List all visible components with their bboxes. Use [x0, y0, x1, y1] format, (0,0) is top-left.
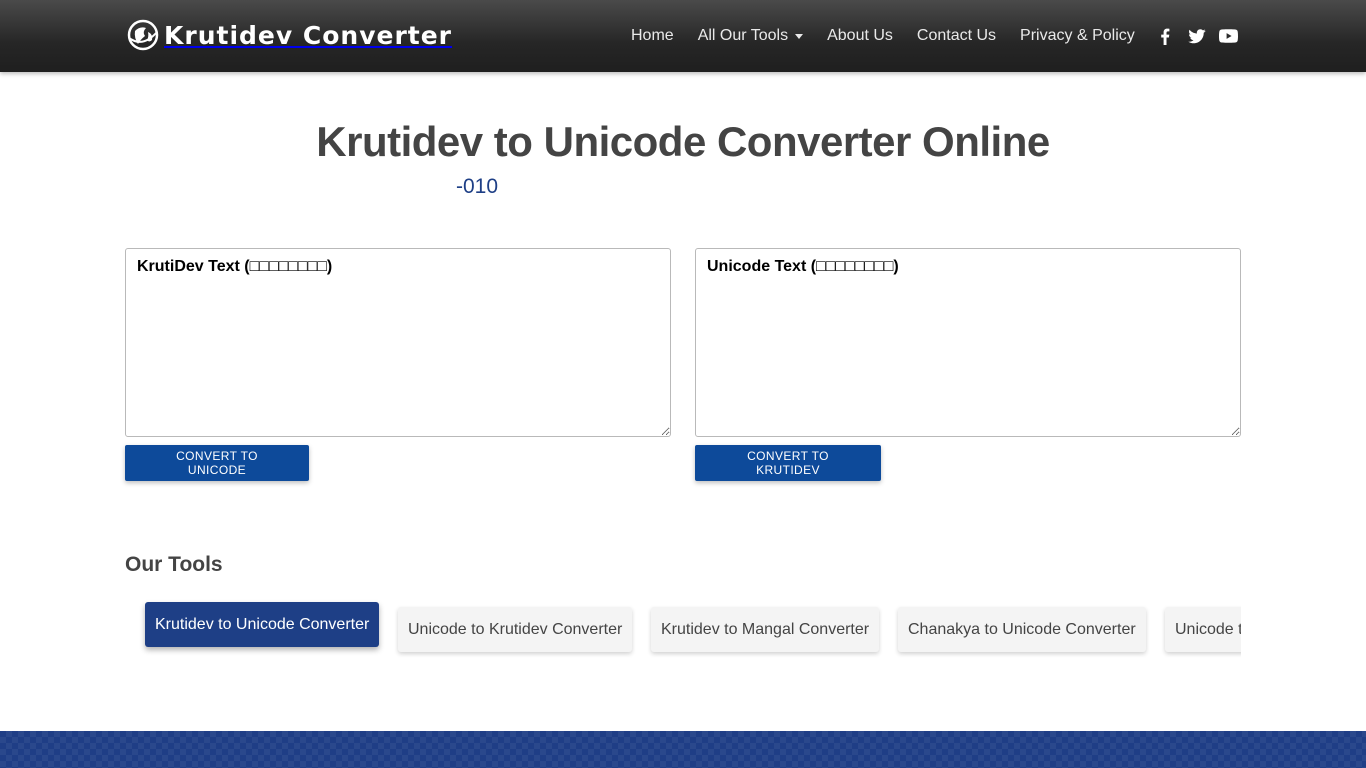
nav-privacy-policy[interactable]: Privacy & Policy: [1020, 27, 1135, 45]
page-title: Krutidev to Unicode Converter Online: [316, 118, 1050, 165]
unicode-output-panel: Convert to Krutidev: [695, 248, 1241, 481]
krutidev-text-input[interactable]: [125, 248, 671, 437]
tool-unicode-to-krutidev[interactable]: Unicode to Krutidev Converter: [398, 607, 633, 652]
convert-to-krutidev-button[interactable]: Convert to Krutidev: [695, 445, 881, 481]
tool-unicode-to-chanakya[interactable]: Unicode to Chanakya Converter: [1165, 607, 1241, 652]
krutidev-input-panel: Convert to Unicode: [125, 248, 671, 481]
twitter-icon[interactable]: [1187, 26, 1207, 46]
youtube-icon[interactable]: [1219, 26, 1239, 46]
convert-to-unicode-button[interactable]: Convert to Unicode: [125, 445, 309, 481]
globe-logo-icon: [127, 19, 159, 51]
tool-krutidev-to-mangal[interactable]: Krutidev to Mangal Converter: [651, 607, 880, 652]
nav-about-us[interactable]: About Us: [827, 27, 893, 45]
facebook-icon[interactable]: [1155, 26, 1175, 46]
tools-heading: Our Tools: [125, 553, 223, 576]
nav-home[interactable]: Home: [631, 27, 674, 45]
top-navbar: Krutidev Converter Home All Our Tools Ab…: [0, 0, 1366, 72]
tool-krutidev-to-unicode[interactable]: Krutidev to Unicode Converter: [145, 602, 380, 647]
social-links: [1155, 26, 1239, 46]
unicode-text-input[interactable]: [695, 248, 1241, 437]
chevron-down-icon: [795, 33, 804, 39]
nav-all-tools-dropdown[interactable]: All Our Tools: [697, 27, 804, 45]
brand-home-link[interactable]: Krutidev Converter: [126, 18, 452, 52]
tool-chanakya-to-unicode[interactable]: Chanakya to Unicode Converter: [898, 607, 1146, 652]
nav-contact-us[interactable]: Contact Us: [917, 27, 996, 45]
page-subtitle: -010: [456, 175, 499, 198]
main-nav: Home All Our Tools About Us Contact Us P…: [631, 24, 1239, 48]
footer-band: [0, 731, 1366, 768]
tools-carousel: Krutidev to Unicode Converter Unicode to…: [125, 596, 1241, 666]
brand-name: Krutidev Converter: [164, 20, 453, 50]
nav-all-tools-label: All Our Tools: [697, 27, 789, 44]
